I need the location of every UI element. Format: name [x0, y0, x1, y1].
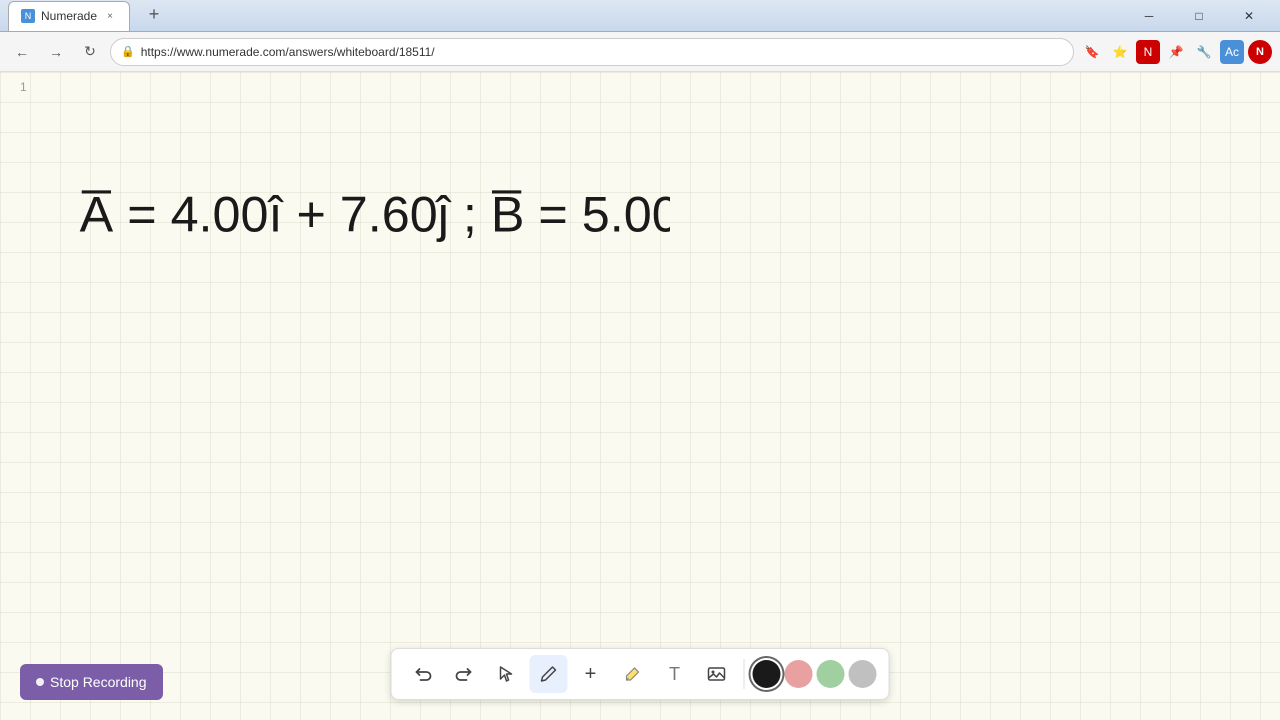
ext-acrobat-icon[interactable]: Ac — [1220, 40, 1244, 64]
lock-icon: 🔒 — [121, 45, 135, 58]
color-black-button[interactable] — [753, 660, 781, 688]
ext-numerade-icon[interactable]: N — [1136, 40, 1160, 64]
page-number: 1 — [20, 80, 27, 94]
image-tool-button[interactable] — [698, 655, 736, 693]
select-tool-button[interactable] — [488, 655, 526, 693]
tab-close-button[interactable]: × — [103, 9, 117, 23]
maximize-button[interactable]: □ — [1176, 0, 1222, 32]
tab-favicon: N — [21, 9, 35, 23]
highlighter-button[interactable] — [614, 655, 652, 693]
close-button[interactable]: ✕ — [1226, 0, 1272, 32]
stop-recording-button[interactable]: Stop Recording — [20, 664, 163, 700]
back-button[interactable]: ← — [8, 38, 36, 66]
title-bar-controls: ─ □ ✕ — [1126, 0, 1272, 32]
whiteboard[interactable]: 1 A̅ = 4.00î + 7.60ĵ ; B̅ = 5.00î + — [0, 72, 1280, 720]
title-bar: N Numerade × + ─ □ ✕ — [0, 0, 1280, 32]
minimize-button[interactable]: ─ — [1126, 0, 1172, 32]
new-tab-button[interactable]: + — [140, 1, 168, 29]
add-button[interactable]: + — [572, 655, 610, 693]
browser-tab[interactable]: N Numerade × — [8, 1, 130, 31]
color-green-button[interactable] — [817, 660, 845, 688]
tab-title: Numerade — [41, 9, 97, 23]
pen-tool-button[interactable] — [530, 655, 568, 693]
drawing-toolbar: + T — [391, 648, 890, 700]
address-bar[interactable]: 🔒 https://www.numerade.com/answers/white… — [110, 38, 1074, 66]
refresh-button[interactable]: ↻ — [76, 38, 104, 66]
svg-text:A̅ = 4.00î + 7.60ĵ ;: A̅ = 4.00î + 7.60ĵ ; B̅ = 5.00î — [80, 185, 670, 242]
browser-frame: N Numerade × + ─ □ ✕ ← → ↻ 🔒 https://www… — [0, 0, 1280, 720]
undo-button[interactable] — [404, 655, 442, 693]
ext-pin-icon[interactable]: 📌 — [1164, 40, 1188, 64]
nav-bar: ← → ↻ 🔒 https://www.numerade.com/answers… — [0, 32, 1280, 72]
color-pink-button[interactable] — [785, 660, 813, 688]
url-text: https://www.numerade.com/answers/whitebo… — [141, 45, 435, 59]
forward-button[interactable]: → — [42, 38, 70, 66]
stop-recording-label: Stop Recording — [50, 674, 147, 690]
text-tool-button[interactable]: T — [656, 655, 694, 693]
ext-star-icon[interactable]: ⭐ — [1108, 40, 1132, 64]
ext-user-icon[interactable]: N — [1248, 40, 1272, 64]
ext-bookmark-icon[interactable]: 🔖 — [1080, 40, 1104, 64]
recording-indicator — [36, 678, 44, 686]
browser-extensions: 🔖 ⭐ N 📌 🔧 Ac N — [1080, 40, 1272, 64]
ext-settings-icon[interactable]: 🔧 — [1192, 40, 1216, 64]
color-gray-button[interactable] — [849, 660, 877, 688]
math-expression: A̅ = 4.00î + 7.60ĵ ; B̅ = 5.00î — [70, 162, 670, 262]
redo-button[interactable] — [446, 655, 484, 693]
toolbar-separator — [744, 659, 745, 689]
